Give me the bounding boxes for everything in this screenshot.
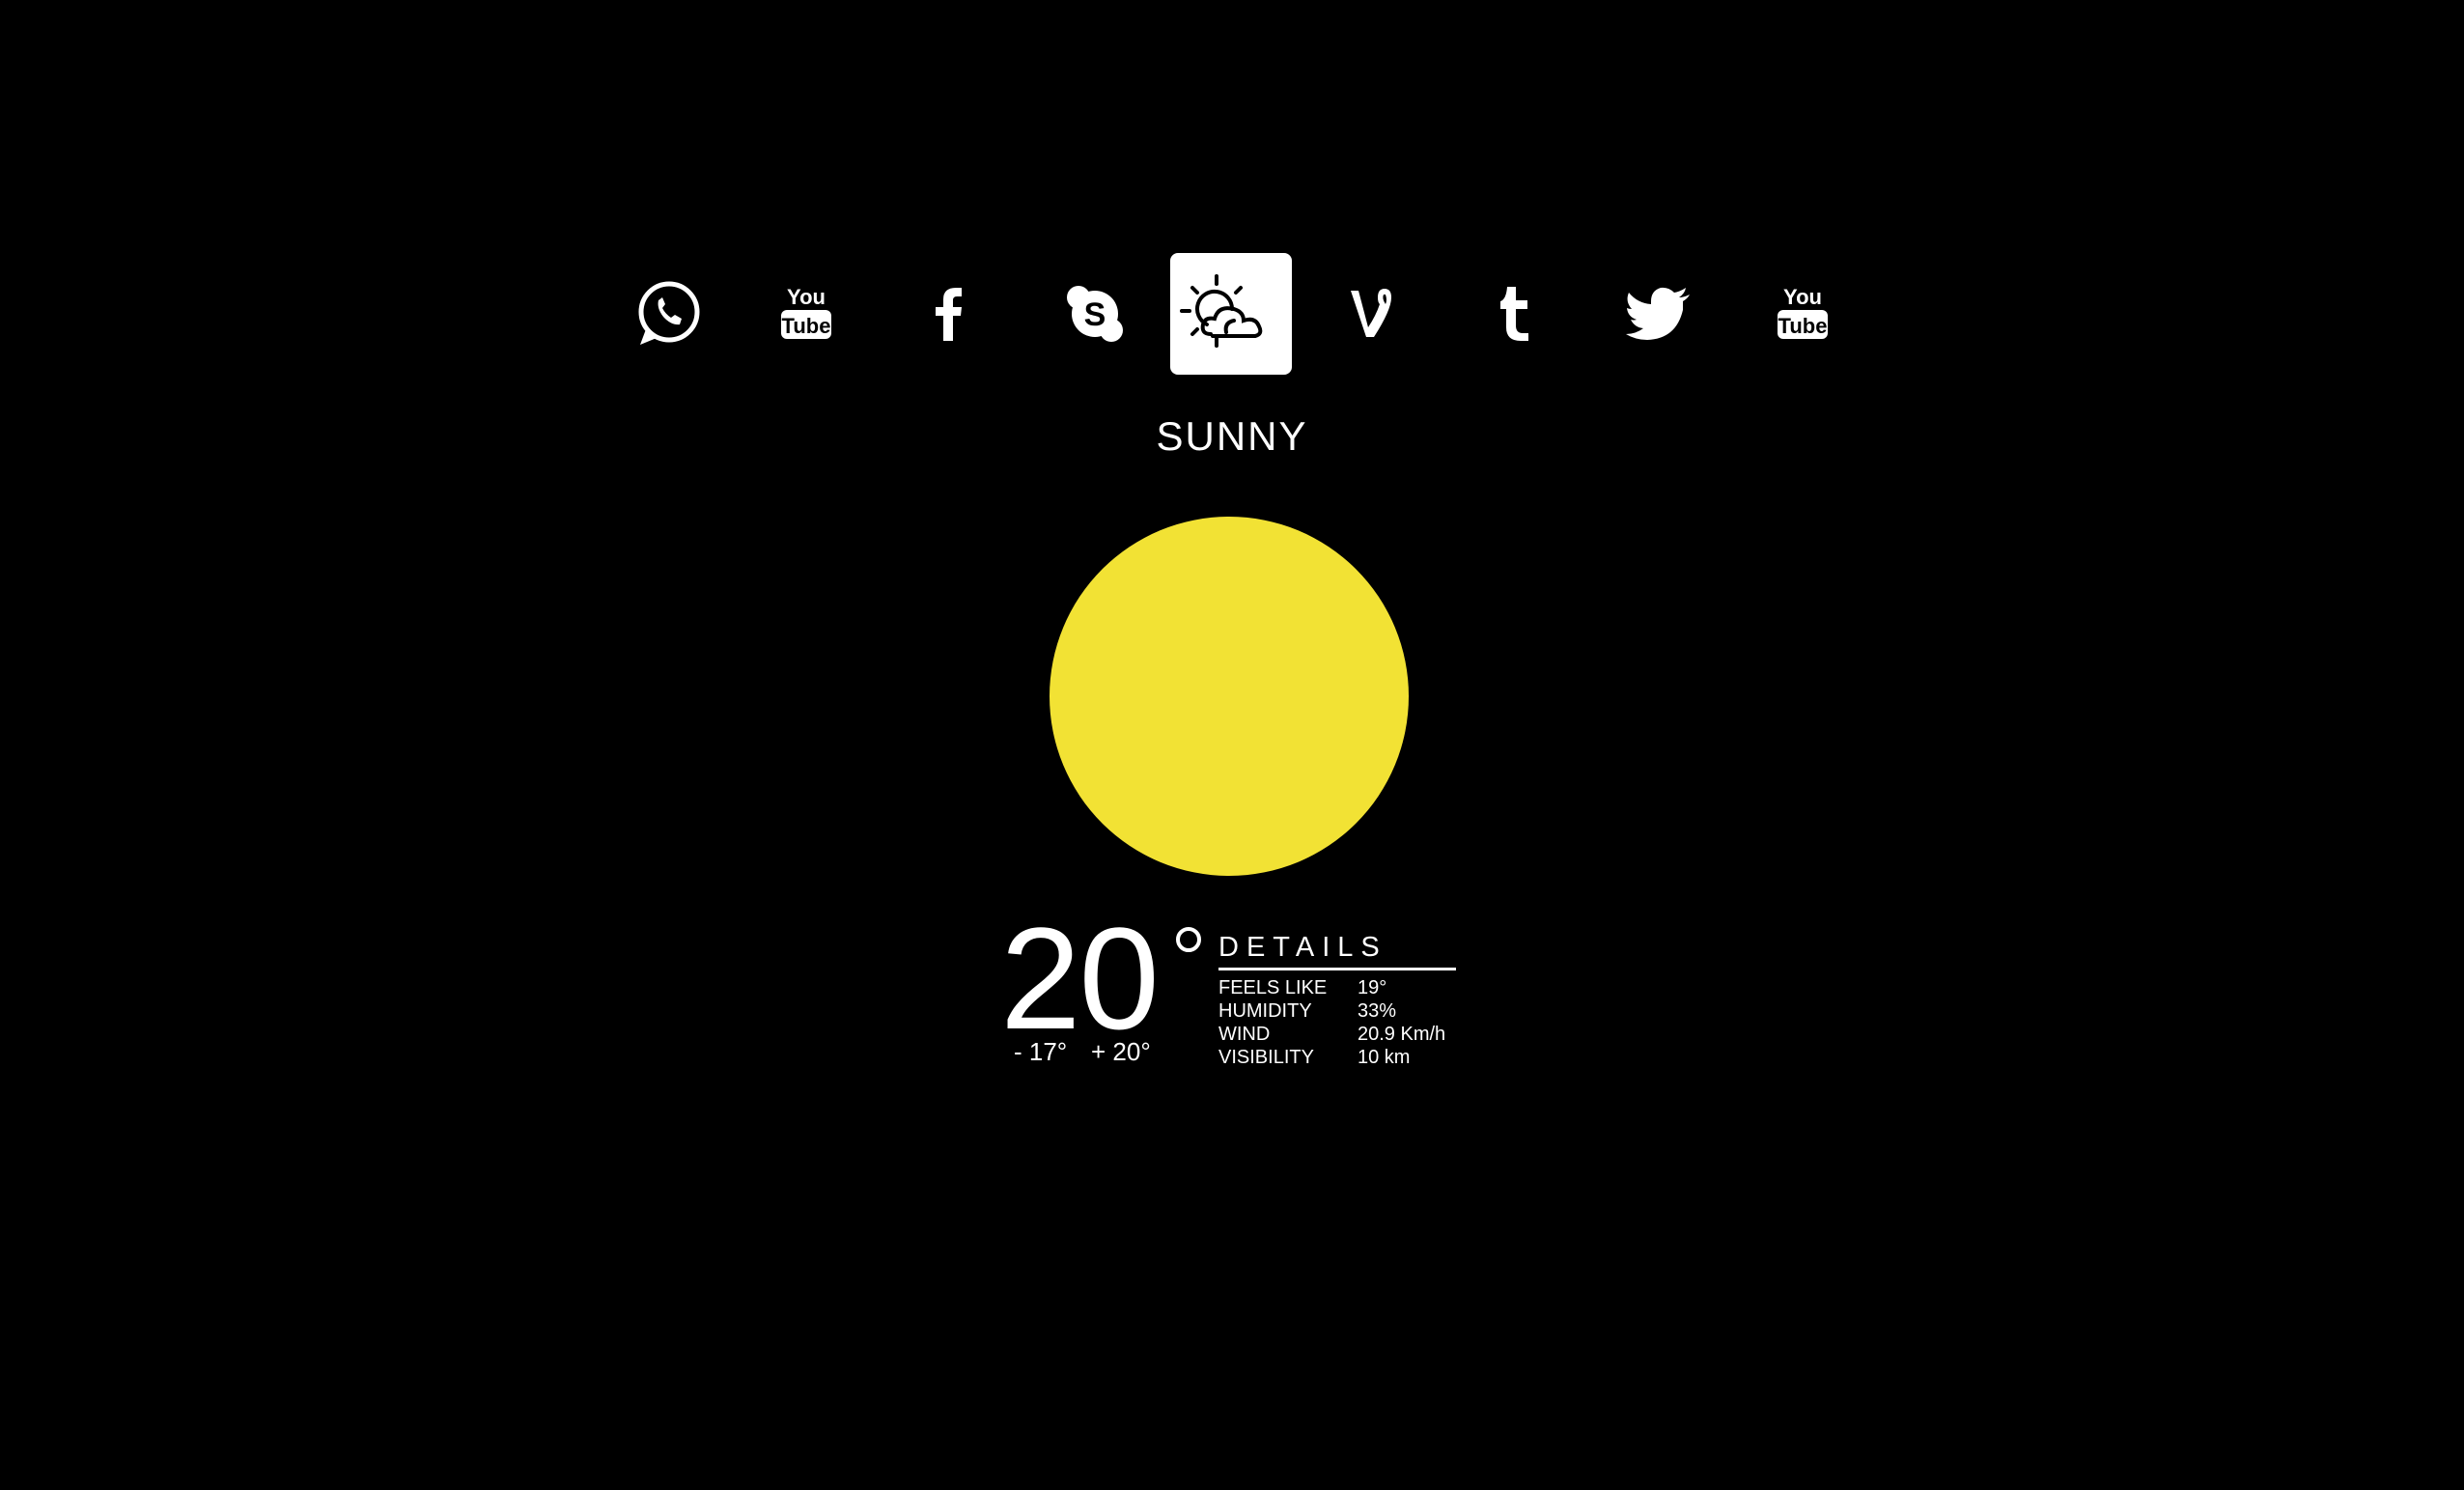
weather-condition: SUNNY: [1156, 413, 1308, 459]
tumblr-icon: [1496, 283, 1534, 345]
min-temperature: - 17°: [1014, 1037, 1068, 1066]
current-temperature: 20: [1000, 897, 1160, 1059]
youtube-button-2[interactable]: You Tube: [1742, 253, 1863, 375]
skype-button[interactable]: S: [1034, 253, 1156, 375]
facebook-button[interactable]: [888, 253, 1010, 375]
weather-app: You Tube S You Tube SUNNY 20 - 17° + 20°…: [0, 0, 2464, 1490]
detail-row-humidity: HUMIDITY 33%: [1218, 999, 1456, 1023]
detail-row-feels-like: FEELS LIKE 19°: [1218, 976, 1456, 999]
twitter-button[interactable]: [1598, 253, 1720, 375]
icon-toolbar: You Tube S You Tube: [0, 253, 2464, 375]
detail-value: 33%: [1358, 999, 1397, 1022]
weather-button[interactable]: [1170, 253, 1292, 375]
facebook-icon: [930, 283, 968, 345]
svg-text:Tube: Tube: [782, 314, 831, 338]
svg-text:You: You: [1783, 285, 1822, 309]
svg-text:Tube: Tube: [1778, 314, 1828, 338]
skype-icon: S: [1063, 282, 1127, 346]
detail-label: FEELS LIKE: [1218, 976, 1328, 998]
youtube-button[interactable]: You Tube: [745, 253, 867, 375]
vine-icon: [1345, 283, 1399, 345]
whatsapp-button[interactable]: [606, 253, 728, 375]
whatsapp-icon: [632, 279, 702, 349]
detail-value: 10 km: [1358, 1046, 1411, 1068]
detail-value: 20.9 Km/h: [1358, 1023, 1446, 1045]
detail-label: HUMIDITY: [1218, 999, 1312, 1022]
youtube-icon: You Tube: [1774, 283, 1832, 345]
max-temperature: + 20°: [1091, 1037, 1151, 1066]
detail-row-wind: WIND 20.9 Km/h: [1218, 1023, 1456, 1046]
detail-label: WIND: [1218, 1023, 1271, 1045]
youtube-icon: You Tube: [777, 283, 835, 345]
svg-text:You: You: [787, 285, 826, 309]
temperature-block: 20 - 17° + 20°: [1000, 906, 1222, 1068]
degree-symbol: [1176, 927, 1201, 952]
tumblr-button[interactable]: [1454, 253, 1576, 375]
detail-label: VISIBILITY: [1218, 1046, 1314, 1068]
twitter-icon: [1624, 285, 1694, 343]
details-panel: DETAILS FEELS LIKE 19° HUMIDITY 33% WIND…: [1218, 932, 1456, 1069]
svg-text:S: S: [1084, 296, 1106, 333]
detail-value: 19°: [1358, 976, 1387, 998]
sun-graphic: [1050, 517, 1409, 876]
vine-button[interactable]: [1311, 253, 1433, 375]
weather-partly-sunny-icon: [1178, 270, 1284, 357]
detail-row-visibility: VISIBILITY 10 km: [1218, 1046, 1456, 1069]
details-title: DETAILS: [1218, 932, 1456, 970]
